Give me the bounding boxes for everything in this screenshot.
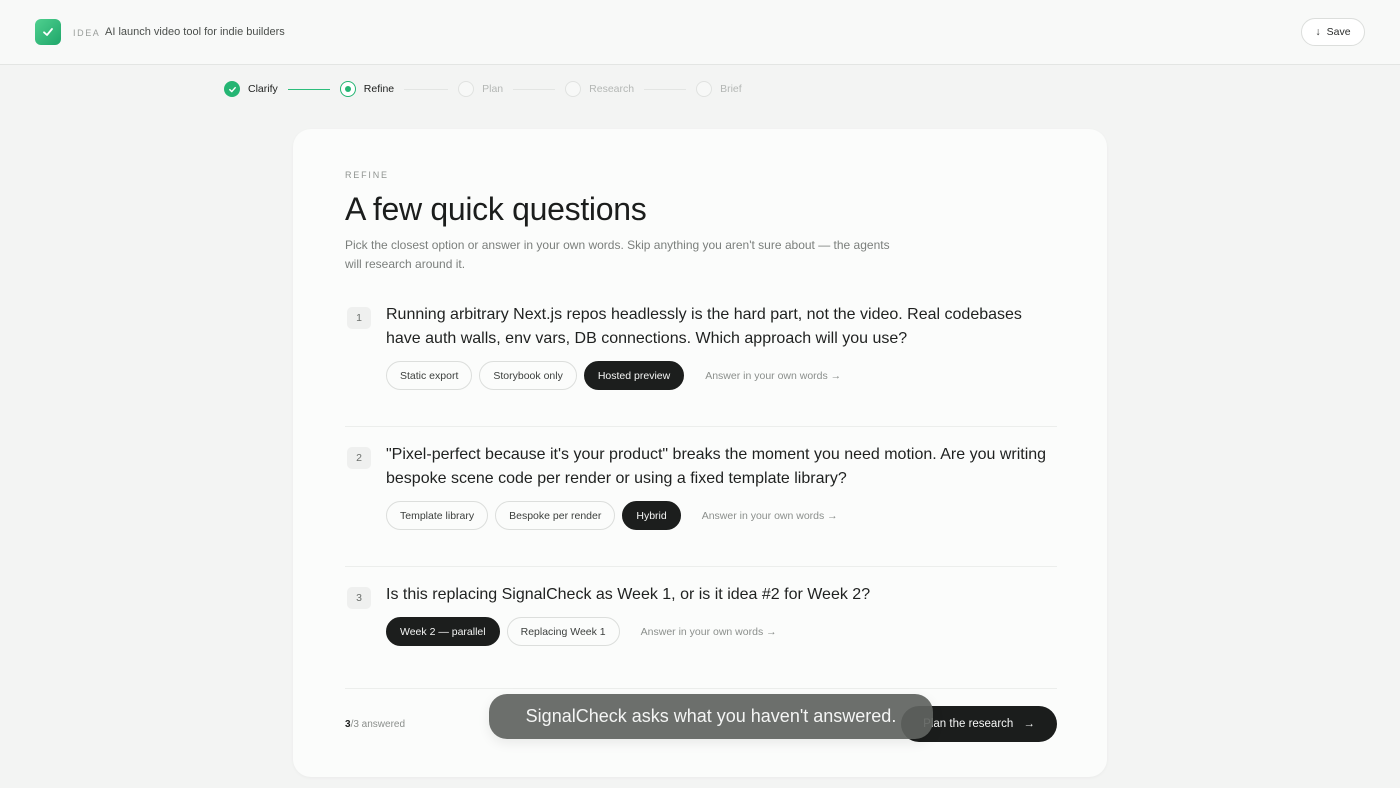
toast-text: SignalCheck asks what you haven't answer… — [525, 706, 897, 726]
option-chip[interactable]: Static export — [386, 361, 473, 390]
option-chip-selected[interactable]: Hybrid — [622, 501, 681, 530]
option-chip[interactable]: Template library — [386, 501, 489, 530]
option-chip-selected[interactable]: Hosted preview — [583, 361, 685, 390]
step-connector — [287, 88, 330, 90]
save-button[interactable]: ↓ Save — [1301, 18, 1365, 46]
option-chip-selected[interactable]: Week 2 — parallel — [386, 617, 500, 646]
idea-tag: IDEA — [73, 28, 101, 38]
refine-card: REFINE A few quick questions Pick the cl… — [293, 129, 1107, 777]
step-plan: Plan — [458, 81, 503, 97]
top-bar: IDEA AI launch video tool for indie buil… — [0, 0, 1400, 65]
question-options: Template library Bespoke per render Hybr… — [386, 501, 838, 530]
step-connector — [513, 88, 556, 90]
question-text: Running arbitrary Next.js repos headless… — [386, 306, 1022, 347]
step-label: Refine — [363, 83, 395, 95]
divider — [345, 566, 1057, 567]
step-label: Clarify — [248, 83, 278, 95]
step-current-icon — [339, 81, 356, 97]
divider — [345, 426, 1057, 427]
question-text: Is this replacing SignalCheck as Week 1,… — [386, 586, 871, 603]
divider — [345, 688, 1057, 689]
question-text: "Pixel-perfect because it's your product… — [386, 446, 1047, 487]
caption-toast: SignalCheck asks what you haven't answer… — [489, 694, 933, 739]
idea-title: AI launch video tool for indie builders — [105, 26, 285, 38]
step-pending-icon — [565, 81, 582, 97]
step-research: Research — [565, 81, 634, 97]
question-3: 3 Is this replacing SignalCheck as Week … — [345, 583, 1057, 647]
step-label: Research — [589, 83, 635, 95]
answer-own-words-link[interactable]: Answer in your own words → — [641, 626, 777, 638]
step-label: Brief — [720, 83, 742, 95]
progress-stepper: Clarify Refine Plan Research Brief — [224, 81, 742, 97]
step-pending-icon — [696, 81, 713, 97]
save-label: Save — [1326, 26, 1351, 38]
app-logo — [35, 19, 61, 45]
option-chip[interactable]: Bespoke per render — [495, 501, 616, 530]
check-icon — [43, 28, 53, 36]
answered-total: /3 answered — [350, 719, 406, 730]
answer-own-words-link[interactable]: Answer in your own words → — [702, 510, 838, 522]
question-number: 1 — [347, 307, 371, 329]
arrow-right-icon: → — [1023, 718, 1035, 730]
page-title: A few quick questions — [345, 191, 647, 227]
step-refine[interactable]: Refine — [339, 81, 395, 97]
section-eyebrow: REFINE — [345, 170, 389, 180]
question-number: 2 — [347, 447, 371, 469]
option-chip[interactable]: Replacing Week 1 — [506, 617, 620, 646]
step-brief: Brief — [696, 81, 742, 97]
answered-counter: 3/3 answered — [345, 719, 405, 730]
step-connector — [404, 88, 449, 90]
question-number: 3 — [347, 587, 371, 609]
download-arrow-icon: ↓ — [1315, 26, 1321, 38]
plan-button-label: Plan the research — [923, 718, 1014, 730]
question-1: 1 Running arbitrary Next.js repos headle… — [345, 303, 1057, 393]
step-connector — [644, 88, 687, 90]
question-2: 2 "Pixel-perfect because it's your produ… — [345, 443, 1057, 533]
step-done-icon — [224, 81, 240, 97]
step-clarify[interactable]: Clarify — [224, 81, 278, 97]
option-chip[interactable]: Storybook only — [479, 361, 577, 390]
question-options: Static export Storybook only Hosted prev… — [386, 361, 841, 390]
step-pending-icon — [458, 81, 475, 97]
step-label: Plan — [482, 83, 504, 95]
page-subtitle: Pick the closest option or answer in you… — [345, 238, 890, 271]
question-options: Week 2 — parallel Replacing Week 1 Answe… — [386, 617, 777, 646]
answer-own-words-link[interactable]: Answer in your own words → — [705, 370, 841, 382]
